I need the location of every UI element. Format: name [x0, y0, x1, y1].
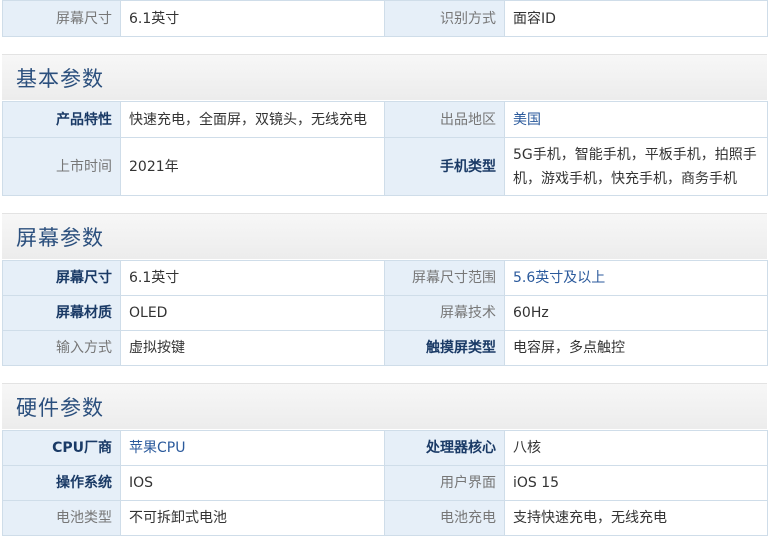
spec-value-link[interactable]: 美国: [504, 101, 768, 138]
table-row: 电池类型 不可拆卸式电池 电池充电 支持快速充电，无线充电: [2, 500, 768, 536]
spec-table-top: 屏幕尺寸 6.1英寸 识别方式 面容ID: [2, 0, 768, 37]
spec-key: 识别方式: [384, 0, 505, 37]
spec-key: 屏幕尺寸范围: [384, 260, 505, 296]
spec-key: 电池充电: [384, 500, 505, 536]
spec-key: 操作系统: [2, 465, 121, 501]
table-row: 产品特性 快速充电，全面屏，双镜头，无线充电 出品地区 美国: [2, 101, 768, 138]
section-title: 硬件参数: [16, 396, 104, 420]
table-row: 屏幕材质 OLED 屏幕技术 60Hz: [2, 295, 768, 331]
spec-value: IOS: [120, 465, 385, 501]
spec-value: 6.1英寸: [120, 260, 385, 296]
spec-key: CPU厂商: [2, 430, 121, 466]
spec-key: 屏幕尺寸: [2, 0, 121, 37]
spec-key: 上市时间: [2, 137, 121, 196]
spec-key: 触摸屏类型: [384, 330, 505, 366]
spec-table-hardware: CPU厂商 苹果CPU 处理器核心 八核 操作系统 IOS 用户界面 iOS 1…: [2, 430, 768, 536]
table-row: 屏幕尺寸 6.1英寸 识别方式 面容ID: [2, 0, 768, 37]
spec-value: iOS 15: [504, 465, 768, 501]
table-row: 上市时间 2021年 手机类型 5G手机，智能手机，平板手机，拍照手机，游戏手机…: [2, 137, 768, 196]
spec-key: 手机类型: [384, 137, 505, 196]
spec-value: 60Hz: [504, 295, 768, 331]
spec-value: 6.1英寸: [120, 0, 385, 37]
spec-value-link[interactable]: 苹果CPU: [120, 430, 385, 466]
table-row: 屏幕尺寸 6.1英寸 屏幕尺寸范围 5.6英寸及以上: [2, 260, 768, 296]
spec-key: 屏幕尺寸: [2, 260, 121, 296]
spec-key: 处理器核心: [384, 430, 505, 466]
section-header-hardware: 硬件参数: [2, 383, 767, 429]
spec-value: 5G手机，智能手机，平板手机，拍照手机，游戏手机，快充手机，商务手机: [504, 137, 768, 196]
spec-value: 不可拆卸式电池: [120, 500, 385, 536]
spec-value: 快速充电，全面屏，双镜头，无线充电: [120, 101, 385, 138]
section-title: 基本参数: [16, 67, 104, 91]
spec-key: 输入方式: [2, 330, 121, 366]
table-row: 操作系统 IOS 用户界面 iOS 15: [2, 465, 768, 501]
spec-table-screen: 屏幕尺寸 6.1英寸 屏幕尺寸范围 5.6英寸及以上 屏幕材质 OLED 屏幕技…: [2, 260, 768, 366]
table-row: 输入方式 虚拟按键 触摸屏类型 电容屏，多点触控: [2, 330, 768, 366]
spec-key: 出品地区: [384, 101, 505, 138]
spec-key: 屏幕技术: [384, 295, 505, 331]
spec-value-link[interactable]: 5.6英寸及以上: [504, 260, 768, 296]
spec-key: 屏幕材质: [2, 295, 121, 331]
section-header-screen: 屏幕参数: [2, 213, 767, 259]
spec-key: 用户界面: [384, 465, 505, 501]
spec-value: 面容ID: [504, 0, 768, 37]
spec-table-basic: 产品特性 快速充电，全面屏，双镜头，无线充电 出品地区 美国 上市时间 2021…: [2, 101, 768, 196]
spec-key: 电池类型: [2, 500, 121, 536]
section-header-basic: 基本参数: [2, 54, 767, 100]
spec-value: 虚拟按键: [120, 330, 385, 366]
spec-value: 2021年: [120, 137, 385, 196]
spec-value: 支持快速充电，无线充电: [504, 500, 768, 536]
spec-key: 产品特性: [2, 101, 121, 138]
spec-value: OLED: [120, 295, 385, 331]
spec-value: 电容屏，多点触控: [504, 330, 768, 366]
spec-value: 八核: [504, 430, 768, 466]
table-row: CPU厂商 苹果CPU 处理器核心 八核: [2, 430, 768, 466]
section-title: 屏幕参数: [16, 226, 104, 250]
